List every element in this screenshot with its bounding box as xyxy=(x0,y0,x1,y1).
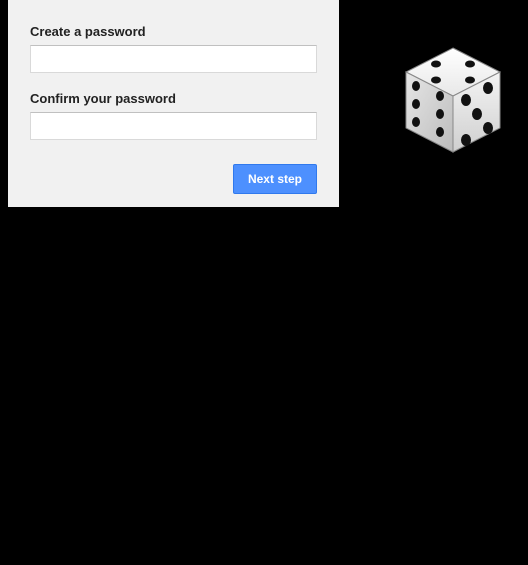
confirm-password-input[interactable] xyxy=(30,112,317,140)
password-form-panel: Create a password Confirm your password … xyxy=(8,0,339,207)
next-step-button[interactable]: Next step xyxy=(233,164,317,194)
create-password-label: Create a password xyxy=(30,24,317,39)
dice-icon xyxy=(398,44,508,164)
confirm-password-label: Confirm your password xyxy=(30,91,317,106)
button-row: Next step xyxy=(30,164,317,194)
create-password-input[interactable] xyxy=(30,45,317,73)
